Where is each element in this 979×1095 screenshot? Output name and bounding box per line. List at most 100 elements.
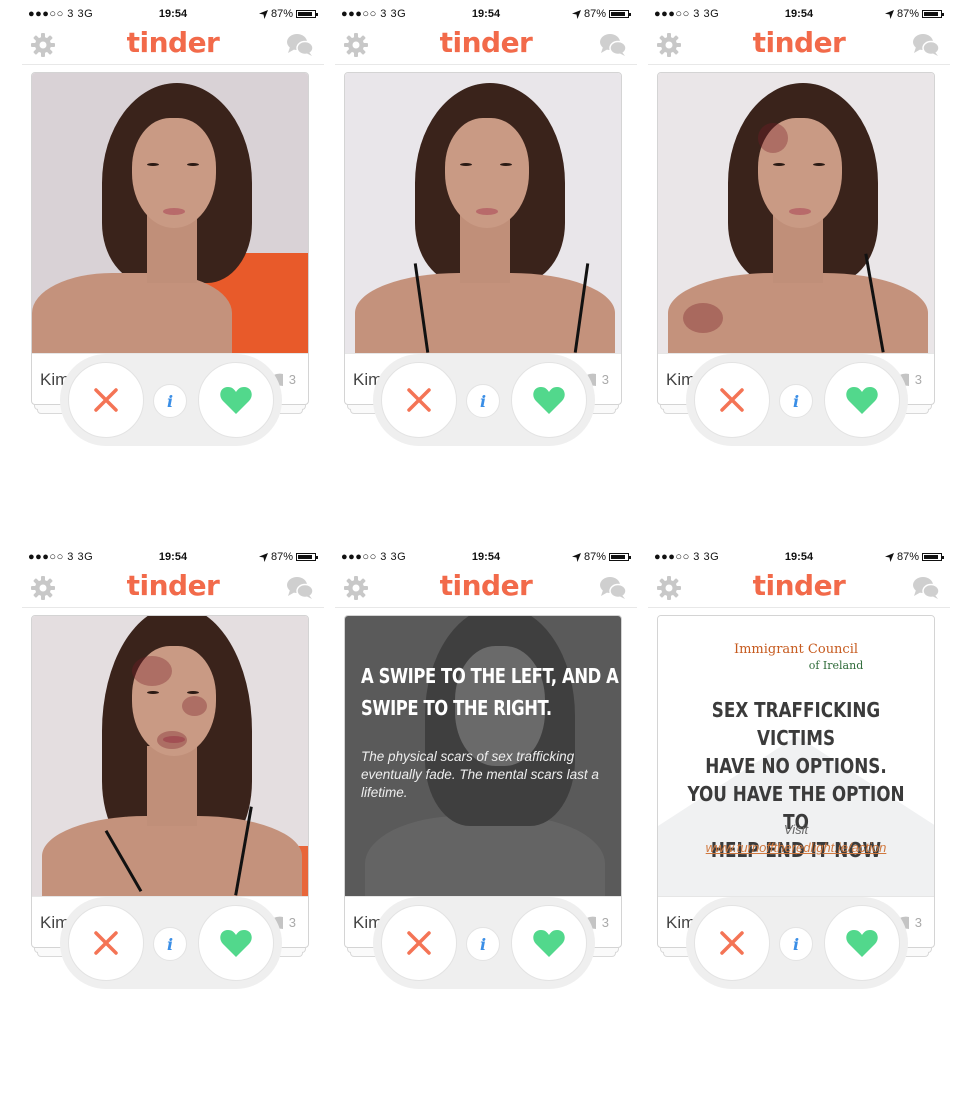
info-button[interactable]: i: [153, 927, 187, 961]
phone-screen-2: ●●●○○ 3 3G 19:54 87% tinder Kim, 3 i: [335, 0, 637, 540]
phone-screen-3: ●●●○○ 3 3G 19:54 87% tinder Kim, 3 i: [648, 0, 950, 540]
nav-bar: tinder: [335, 569, 637, 608]
status-right: 87%: [258, 551, 318, 563]
location-arrow-icon: [884, 552, 894, 562]
nope-button[interactable]: [68, 905, 144, 981]
nope-x-icon: [720, 931, 744, 955]
chat-bubbles-icon[interactable]: [912, 575, 940, 606]
heart-icon: [846, 930, 878, 957]
tinder-logo: tinder: [439, 26, 533, 59]
info-icon: i: [792, 934, 800, 954]
tinder-logo: tinder: [126, 569, 220, 602]
like-button[interactable]: [824, 905, 900, 981]
heart-icon: [220, 930, 252, 957]
nope-button[interactable]: [68, 362, 144, 438]
chat-bubbles-icon[interactable]: [912, 32, 940, 63]
battery-icon: [296, 10, 318, 18]
battery-icon: [922, 553, 944, 561]
action-buttons: i: [60, 354, 282, 446]
ad-subtext: The physical scars of sex trafficking ev…: [361, 749, 599, 800]
info-button[interactable]: i: [466, 927, 500, 961]
phone-screen-6: ●●●○○ 3 3G 19:54 87% tinder Immigrant Co…: [648, 543, 950, 1083]
nope-button[interactable]: [381, 905, 457, 981]
tinder-logo: tinder: [126, 26, 220, 59]
status-right: 87%: [884, 551, 944, 563]
info-icon: i: [166, 934, 174, 954]
interests-count: 3: [914, 915, 922, 930]
cta-link[interactable]: www.turnofftheredlight.ie/action: [658, 840, 934, 855]
org-name: Immigrant Council: [733, 642, 859, 657]
status-bar: ●●●○○ 3 3G 19:54 87%: [22, 543, 324, 569]
phone-screen-4: ●●●○○ 3 3G 19:54 87% tinder Kim, 3 i: [22, 543, 324, 1083]
heart-icon: [533, 387, 565, 414]
battery-icon: [922, 10, 944, 18]
interests-count: 3: [601, 372, 609, 387]
profile-photo: [658, 73, 934, 353]
nope-x-icon: [94, 931, 118, 955]
cta-text: SEX TRAFFICKING VICTIMS HAVE NO OPTIONS. Y…: [658, 696, 934, 864]
like-button[interactable]: [198, 362, 274, 438]
phone-screen-1: ●●●○○ 3 3G 19:54 87% tinder Kim, 3 i: [22, 0, 324, 540]
chat-bubbles-icon[interactable]: [599, 575, 627, 606]
battery-icon: [609, 553, 631, 561]
profile-photo: [32, 73, 308, 353]
chat-bubbles-icon[interactable]: [286, 32, 314, 63]
org-subname: of Ireland: [808, 659, 864, 672]
location-arrow-icon: [258, 552, 268, 562]
nope-button[interactable]: [381, 362, 457, 438]
cta-line-1: SEX TRAFFICKING VICTIMS: [711, 698, 881, 750]
status-right: 87%: [571, 551, 631, 563]
profile-photo: [345, 73, 621, 353]
action-buttons: i: [60, 897, 282, 989]
ad-panel-dark: A SWIPE TO THE LEFT, AND A SWIPE TO THE …: [345, 616, 621, 896]
battery-icon: [296, 553, 318, 561]
like-button[interactable]: [511, 362, 587, 438]
info-button[interactable]: i: [779, 384, 813, 418]
cta-line-2: HAVE NO OPTIONS.: [705, 754, 887, 778]
location-arrow-icon: [258, 9, 268, 19]
nav-bar: tinder: [648, 569, 950, 608]
nope-button[interactable]: [694, 905, 770, 981]
nav-bar: tinder: [22, 26, 324, 65]
info-button[interactable]: i: [466, 384, 500, 418]
visit-label: Visit: [783, 822, 809, 837]
info-icon: i: [479, 391, 487, 411]
location-arrow-icon: [571, 9, 581, 19]
nope-x-icon: [94, 388, 118, 412]
nav-bar: tinder: [648, 26, 950, 65]
like-button[interactable]: [511, 905, 587, 981]
status-bar: ●●●○○ 3 3G 19:54 87%: [22, 0, 324, 26]
nope-x-icon: [407, 388, 431, 412]
interests-count: 3: [601, 915, 609, 930]
ad-headline: A SWIPE TO THE LEFT, AND A SWIPE TO THE …: [361, 664, 619, 720]
ad-panel-light: Immigrant Council of Ireland SEX TRAFFICKI…: [658, 616, 934, 896]
info-button[interactable]: i: [153, 384, 187, 418]
battery-percent: 87%: [896, 551, 919, 563]
info-button[interactable]: i: [779, 927, 813, 961]
chat-bubbles-icon[interactable]: [286, 575, 314, 606]
nope-button[interactable]: [694, 362, 770, 438]
battery-percent: 87%: [896, 8, 919, 20]
battery-percent: 87%: [270, 551, 293, 563]
org-logo: Immigrant Council of Ireland: [658, 642, 934, 672]
chat-bubbles-icon[interactable]: [599, 32, 627, 63]
action-buttons: i: [373, 897, 595, 989]
location-arrow-icon: [571, 552, 581, 562]
interests-count: 3: [288, 372, 296, 387]
nope-x-icon: [407, 931, 431, 955]
status-right: 87%: [884, 8, 944, 20]
battery-percent: 87%: [583, 551, 606, 563]
status-bar: ●●●○○ 3 3G 19:54 87%: [648, 543, 950, 569]
heart-icon: [220, 387, 252, 414]
interests-count: 3: [288, 915, 296, 930]
action-buttons: i: [686, 354, 908, 446]
action-buttons: i: [686, 897, 908, 989]
tinder-logo: tinder: [439, 569, 533, 602]
tinder-logo: tinder: [752, 569, 846, 602]
like-button[interactable]: [824, 362, 900, 438]
battery-percent: 87%: [270, 8, 293, 20]
tinder-logo: tinder: [752, 26, 846, 59]
profile-photo: [32, 616, 308, 896]
status-right: 87%: [258, 8, 318, 20]
like-button[interactable]: [198, 905, 274, 981]
